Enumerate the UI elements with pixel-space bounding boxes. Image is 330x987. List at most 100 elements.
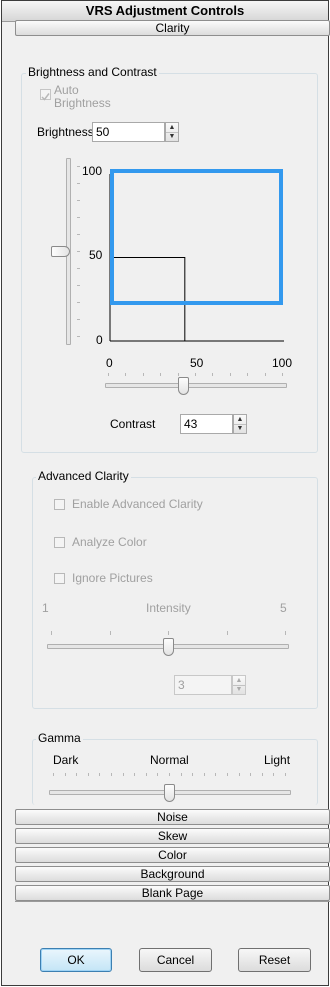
slider-tick (177, 373, 179, 376)
slider-tick (77, 200, 80, 201)
slider-tick (99, 773, 101, 776)
reset-button[interactable]: Reset (238, 948, 311, 972)
ignore-pictures-label: Ignore Pictures (72, 571, 153, 585)
adjustment-window: VRS Adjustment Controls Clarity Brightne… (1, 0, 330, 986)
brightness-slider-thumb[interactable] (51, 246, 70, 257)
gamma-group-label: Gamma (36, 731, 83, 745)
graph-level-lines (110, 257, 186, 341)
slider-tick (51, 631, 52, 635)
graph-y-label-0: 0 (96, 333, 103, 347)
slider-tick (53, 773, 54, 776)
graph-y-label-50: 50 (89, 248, 103, 262)
slider-tick (192, 773, 194, 776)
intensity-input[interactable]: 3 (174, 675, 232, 695)
slider-tick (142, 373, 144, 376)
slider-tick (77, 234, 80, 235)
slider-tick (180, 773, 182, 776)
slider-tick (145, 773, 147, 776)
enable-advanced-clarity-checkbox[interactable] (54, 499, 65, 510)
slider-tick (77, 319, 80, 320)
slider-tick (227, 773, 228, 776)
brightness-contrast-group-label: Brightness and Contrast (26, 65, 159, 79)
slider-tick (250, 773, 252, 776)
slider-tick (195, 373, 196, 376)
slider-tick (111, 773, 112, 776)
slider-tick (285, 773, 286, 776)
slider-tick (77, 302, 80, 303)
intensity-spinner[interactable]: ▲ ▼ (232, 675, 246, 695)
contrast-label: Contrast (110, 417, 156, 431)
slider-tick (108, 373, 109, 376)
contrast-slider-thumb[interactable] (177, 377, 189, 395)
gamma-light-label: Light (264, 753, 291, 767)
noise-section-button[interactable]: Noise (15, 809, 330, 825)
intensity-min-label: 1 (42, 601, 49, 615)
skew-section-button[interactable]: Skew (15, 828, 330, 844)
slider-tick (134, 773, 136, 776)
slider-tick (87, 773, 89, 776)
slider-tick (238, 773, 240, 776)
slider-tick (160, 373, 162, 376)
intensity-max-label: 5 (280, 601, 287, 615)
slider-tick (169, 773, 170, 776)
clarity-section-button[interactable]: Clarity (15, 20, 330, 36)
contrast-input[interactable]: 43 (180, 414, 233, 434)
blank-page-section-button[interactable]: Blank Page (15, 885, 330, 901)
graph-y-label-100: 100 (82, 164, 103, 178)
spin-down-icon[interactable]: ▼ (234, 424, 246, 433)
slider-tick (226, 631, 228, 635)
ok-button[interactable]: OK (40, 948, 112, 972)
contrast-spinner[interactable]: ▲ ▼ (233, 414, 247, 434)
ignore-pictures-checkbox[interactable] (54, 573, 65, 584)
slider-tick (77, 285, 80, 286)
slider-tick (77, 251, 80, 252)
cancel-button[interactable]: Cancel (139, 948, 212, 972)
slider-tick (77, 183, 80, 184)
slider-tick (261, 773, 263, 776)
slider-tick (157, 773, 159, 776)
slider-tick (247, 373, 249, 376)
gamma-slider-thumb[interactable] (164, 784, 175, 802)
gamma-group (32, 739, 318, 805)
slider-tick (273, 773, 275, 776)
analyze-color-label: Analyze Color (72, 535, 147, 549)
slider-tick (122, 773, 124, 776)
spin-down-icon[interactable]: ▼ (166, 132, 178, 141)
graph-x-label-100: 100 (272, 356, 293, 370)
slider-tick (109, 631, 111, 635)
slider-tick (77, 336, 80, 337)
slider-tick (168, 631, 169, 635)
slider-tick (212, 373, 214, 376)
slider-tick (125, 373, 127, 376)
gamma-dark-label: Dark (53, 753, 79, 767)
slider-tick (285, 631, 286, 635)
brightness-spinner[interactable]: ▲ ▼ (165, 122, 179, 142)
color-section-button[interactable]: Color (15, 847, 330, 863)
intensity-label: Intensity (146, 601, 191, 615)
analyze-color-checkbox[interactable] (54, 537, 65, 548)
background-section-button[interactable]: Background (15, 866, 330, 882)
enable-advanced-clarity-label: Enable Advanced Clarity (72, 497, 203, 511)
slider-tick (76, 773, 78, 776)
graph-x-label-0: 0 (106, 356, 113, 370)
brightness-label: Brightness (37, 125, 94, 139)
window-title: VRS Adjustment Controls (2, 1, 328, 22)
slider-tick (77, 217, 80, 218)
brightness-contrast-graph (109, 169, 284, 342)
graph-x-label-50: 50 (190, 356, 204, 370)
section-divider (15, 901, 330, 902)
slider-tick (215, 773, 217, 776)
check-icon (41, 93, 50, 101)
slider-tick (264, 373, 266, 376)
auto-brightness-checkbox[interactable] (40, 89, 51, 101)
spin-down-icon[interactable]: ▼ (233, 685, 245, 694)
brightness-input[interactable]: 50 (92, 122, 165, 142)
slider-tick (229, 373, 231, 376)
auto-brightness-label-2: Brightness (54, 96, 111, 110)
slider-tick (282, 373, 283, 376)
advanced-clarity-group-label: Advanced Clarity (36, 469, 131, 483)
intensity-slider-thumb[interactable] (163, 638, 174, 656)
contrast-slider-track[interactable] (105, 383, 287, 388)
slider-tick (64, 773, 66, 776)
slider-tick (77, 166, 80, 167)
